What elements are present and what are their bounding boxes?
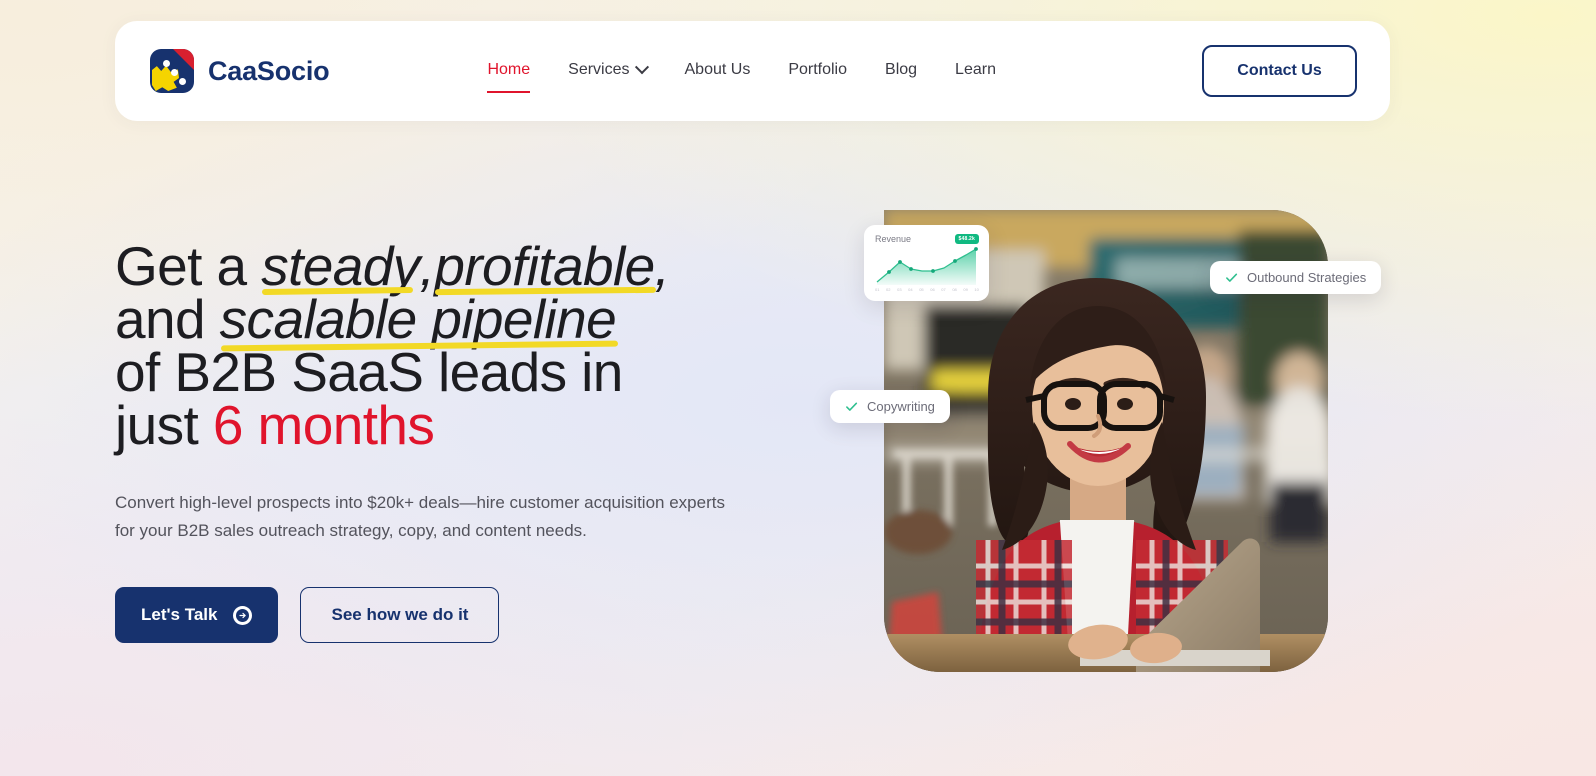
logo-dot <box>163 60 170 67</box>
nav-item-label: Blog <box>885 61 918 78</box>
axis-tick: 09 <box>963 287 968 292</box>
nav-item-about-us[interactable]: About Us <box>685 61 751 81</box>
axis-tick: 02 <box>886 287 891 292</box>
hero-section: Get a steady, profitable, and scalable p… <box>115 235 815 643</box>
check-icon <box>1226 273 1238 282</box>
axis-tick: 05 <box>919 287 924 292</box>
revenue-badge: $48.2k <box>954 234 979 244</box>
page-title: Get a steady, profitable, and scalable p… <box>115 235 815 453</box>
axis-tick: 08 <box>952 287 957 292</box>
hero-visual: Revenue $48.2k 01 02 03 04 05 06 07 08 0… <box>830 210 1382 672</box>
nav-item-portfolio[interactable]: Portfolio <box>788 61 847 81</box>
revenue-chart-axis: 01 02 03 04 05 06 07 08 09 10 <box>875 287 979 292</box>
logo-dot <box>179 78 186 85</box>
revenue-card-header: Revenue $48.2k <box>875 234 979 244</box>
see-how-we-do-it-button[interactable]: See how we do it <box>300 587 500 643</box>
axis-tick: 01 <box>875 287 880 292</box>
hero-actions: Let's Talk See how we do it <box>115 587 815 643</box>
nav-item-label: Portfolio <box>788 61 848 78</box>
arrow-right-circle-icon <box>233 605 253 625</box>
logo-dot <box>171 69 178 76</box>
revenue-chart-card: Revenue $48.2k 01 02 03 04 05 06 07 08 0… <box>864 225 989 301</box>
axis-tick: 04 <box>908 287 913 292</box>
headline-text: , <box>654 235 670 297</box>
brand-logo[interactable]: CaaSocio <box>150 49 330 93</box>
headline-emphasis-steady: steady <box>261 235 420 297</box>
headline-text: , <box>419 235 435 297</box>
nav-item-services[interactable]: Services <box>568 60 649 81</box>
site-header: CaaSocio Home Services About Us Portfoli… <box>115 21 1390 121</box>
headline-highlight-months: 6 months <box>212 394 435 456</box>
revenue-card-title: Revenue <box>875 234 912 244</box>
primary-nav: Home Services About Us Portfolio Blog Le… <box>487 60 996 93</box>
contact-us-button[interactable]: Contact Us <box>1202 45 1357 97</box>
copywriting-badge-card: Copywriting <box>830 390 950 423</box>
axis-tick: 07 <box>941 287 946 292</box>
outbound-strategies-badge-card: Outbound Strategies <box>1210 261 1382 294</box>
caasocio-logo-icon <box>150 49 194 93</box>
nav-item-label: Home <box>487 61 531 78</box>
nav-item-learn[interactable]: Learn <box>955 61 996 81</box>
nav-item-label: Learn <box>955 61 996 78</box>
lets-talk-label: Let's Talk <box>141 605 218 624</box>
axis-tick: 06 <box>930 287 935 292</box>
nav-item-label: Services <box>568 61 630 78</box>
axis-tick: 10 <box>974 287 979 292</box>
hero-subtext: Convert high-level prospects into $20k+ … <box>115 493 725 540</box>
headline-line-4: just 6 months <box>115 394 435 456</box>
revenue-area-chart <box>876 247 978 285</box>
headline-emphasis-scalable-pipeline: scalable pipeline <box>219 288 617 350</box>
nav-item-label: About Us <box>684 61 751 78</box>
axis-tick: 03 <box>897 287 902 292</box>
chevron-down-icon <box>634 60 649 75</box>
outbound-label: Outbound Strategies <box>1247 270 1367 285</box>
check-icon <box>846 402 858 411</box>
copywriting-label: Copywriting <box>867 399 935 414</box>
nav-item-home[interactable]: Home <box>487 61 531 93</box>
nav-item-blog[interactable]: Blog <box>885 61 917 81</box>
headline-text: just <box>115 394 213 456</box>
lets-talk-button[interactable]: Let's Talk <box>115 587 279 643</box>
headline-emphasis-profitable: profitable <box>434 235 655 297</box>
logo-red-triangle <box>173 49 194 70</box>
brand-name: CaaSocio <box>208 55 330 86</box>
